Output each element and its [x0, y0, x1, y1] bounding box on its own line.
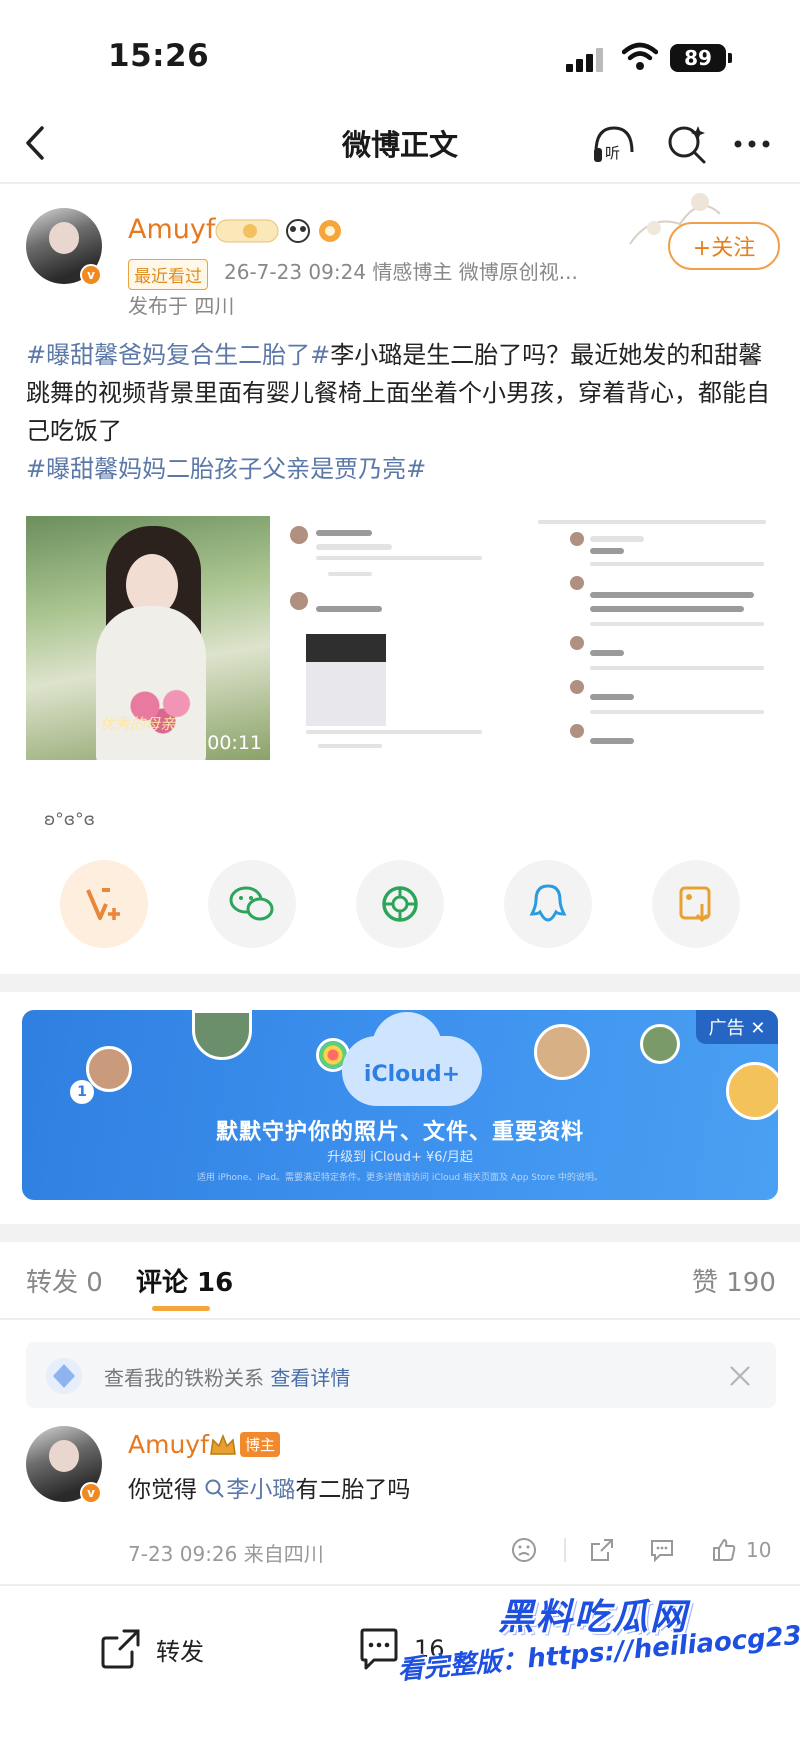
qq-icon [529, 884, 567, 922]
bottom-repost-label: 转发 [156, 1637, 204, 1666]
video-thumbnail[interactable]: 优秀的母亲 00:11 [26, 516, 270, 760]
fan-relation-link[interactable]: 查看详情 [270, 1366, 350, 1390]
comment-text-suffix: 有二胎了吗 [295, 1477, 411, 1503]
tab-comment[interactable]: 评论 16 [136, 1262, 233, 1299]
hashtag-link[interactable]: #曝甜馨妈妈二胎孩子父亲是贾乃亮# [26, 455, 426, 483]
ad-photo [726, 1062, 778, 1120]
ad-fine-print: 适用 iPhone、iPad。需要满足特定条件。更多详情请访问 iCloud 相… [197, 1173, 603, 1183]
ad-avatar [86, 1046, 132, 1092]
save-image-icon [679, 886, 711, 923]
comment-repost-button[interactable] [588, 1532, 616, 1568]
ad-brand: iCloud+ [363, 1062, 461, 1087]
user-badges-icon [215, 219, 341, 243]
wifi-icon [622, 42, 658, 70]
section-divider [0, 974, 800, 992]
tab-repost[interactable]: 转发 0 [26, 1262, 103, 1299]
share-wechat-button[interactable] [208, 860, 296, 948]
blogger-tag: 博主 [240, 1432, 281, 1457]
screenshot-image-1[interactable] [278, 516, 522, 760]
listen-icon[interactable]: 听 [588, 118, 640, 170]
ad-banner[interactable]: 1 iCloud+ 广告 ✕ 默默守护你的照片、文件、重要资料 升级到 iClo… [22, 1010, 778, 1200]
ad-label[interactable]: 广告 ✕ [696, 1010, 778, 1044]
ad-counter-badge: 1 [70, 1080, 94, 1104]
fan-relation-text: 查看我的铁粉关系 查看详情 [104, 1362, 350, 1391]
action-divider [564, 1538, 566, 1562]
share-icon [591, 1539, 613, 1561]
author-name[interactable]: Amuyf [128, 214, 215, 245]
follow-button[interactable]: +关注 [668, 222, 780, 270]
ad-photo [192, 1010, 252, 1060]
video-caption: 优秀的母亲 [100, 715, 176, 733]
frown-icon [512, 1538, 536, 1562]
fan-relation-bar[interactable]: 查看我的铁粉关系 查看详情 [26, 1342, 776, 1408]
comment-search-link[interactable]: 李小璐 [226, 1477, 295, 1503]
bottom-repost-button[interactable]: 转发 [98, 1626, 204, 1672]
tab-divider [0, 1318, 800, 1320]
comment-meta: 7-23 09:26 来自四川 [128, 1542, 324, 1566]
moments-icon [382, 886, 418, 922]
comment-text-prefix: 你觉得 [128, 1477, 197, 1503]
diamond-icon [46, 1358, 82, 1394]
comment-text: 你觉得 李小璐有二胎了吗 [128, 1470, 410, 1504]
kaomoji-decoration: ʚ°ɞ°ɞ [44, 810, 95, 830]
recently-viewed-tag: 最近看过 [128, 259, 208, 290]
fan-relation-label: 查看我的铁粉关系 [104, 1366, 264, 1390]
repost-icon [101, 1629, 140, 1669]
ad-photo [534, 1024, 590, 1080]
share-moments-button[interactable] [356, 860, 444, 948]
wechat-icon [229, 886, 274, 921]
tab-like[interactable]: 赞 190 [692, 1262, 776, 1299]
share-qq-button[interactable] [504, 860, 592, 948]
screenshot-image-2[interactable] [530, 516, 774, 760]
repost-v-icon [86, 888, 120, 920]
post-meta: 26-7-23 09:24 情感博主 微博原创视... [224, 260, 578, 284]
video-duration: 00:11 [207, 732, 262, 754]
tab-indicator [152, 1306, 210, 1311]
reply-button[interactable] [648, 1532, 676, 1568]
battery-indicator: 89 [670, 44, 732, 72]
search-icon [205, 1479, 225, 1498]
cellular-signal-icon [566, 46, 610, 72]
commenter-name[interactable]: Amuyf [128, 1430, 209, 1459]
reply-icon [651, 1540, 673, 1563]
hashtag-link[interactable]: #曝甜馨爸妈复合生二胎了# [26, 341, 330, 369]
ad-title: 默默守护你的照片、文件、重要资料 [215, 1120, 584, 1145]
verified-badge-icon: v [80, 1482, 102, 1504]
status-time: 15:26 [108, 38, 210, 74]
verified-badge-icon: v [80, 264, 102, 286]
comment-like-button[interactable]: 10 [710, 1532, 771, 1568]
dislike-button[interactable] [510, 1532, 538, 1568]
ad-photo [640, 1024, 680, 1064]
search-icon[interactable] [660, 118, 712, 170]
section-divider [0, 1224, 800, 1242]
listen-label: 听 [605, 144, 620, 162]
post-text: #曝甜馨爸妈复合生二胎了#李小璐是生二胎了吗？最近她发的和甜馨跳舞的视频背景里面… [26, 336, 786, 488]
post-location: 发布于 四川 [128, 294, 235, 318]
comment-like-count: 10 [746, 1538, 772, 1562]
more-icon[interactable] [728, 118, 780, 170]
thumbs-up-icon [713, 1539, 736, 1561]
save-image-button[interactable] [652, 860, 740, 948]
share-weibo-button[interactable] [60, 860, 148, 948]
crown-icon [210, 1433, 236, 1455]
ad-subtitle: 升级到 iCloud+ ¥6/月起 [327, 1150, 473, 1165]
close-icon[interactable] [728, 1364, 752, 1388]
